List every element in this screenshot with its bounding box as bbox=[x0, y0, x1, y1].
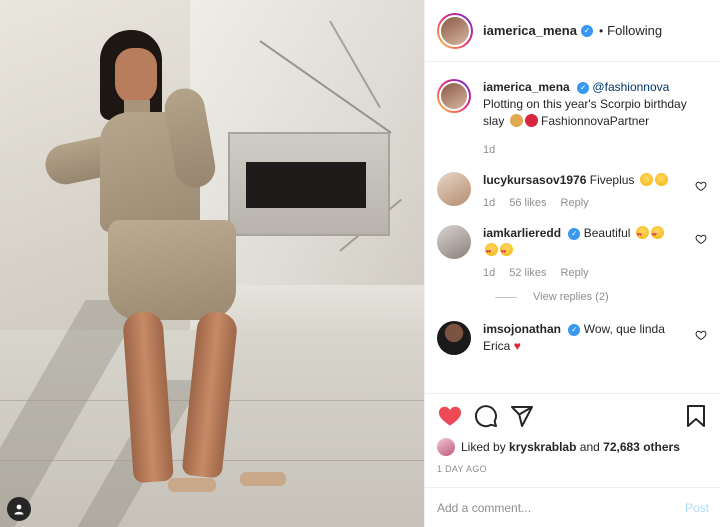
liked-by-user[interactable]: kryskrablab bbox=[509, 440, 576, 454]
post-timestamp[interactable]: 1 day ago bbox=[437, 464, 709, 474]
comment-text: Fiveplus bbox=[589, 173, 635, 187]
likes-others[interactable]: 72,683 others bbox=[603, 440, 680, 454]
caption-mention[interactable]: @fashionnova bbox=[592, 80, 669, 94]
comments-list[interactable]: iamerica_mena ✓ @fashionnova Plotting on… bbox=[425, 63, 720, 393]
verified-icon: ✓ bbox=[577, 81, 590, 94]
rose-emoji-icon bbox=[524, 114, 538, 127]
person-figure bbox=[40, 20, 286, 520]
heart-icon[interactable] bbox=[695, 180, 707, 192]
caption-tag: FashionnovaPartner bbox=[541, 114, 650, 128]
heart-eyes-emoji-icon bbox=[500, 243, 513, 261]
caption-age[interactable]: 1d bbox=[483, 144, 495, 156]
likes-prefix: Liked by bbox=[461, 440, 506, 454]
likes-summary: Liked by kryskrablab and 72,683 others bbox=[437, 438, 709, 456]
post-actions: Liked by kryskrablab and 72,683 others 1… bbox=[425, 393, 720, 474]
comment-username[interactable]: iamkarlieredd bbox=[483, 226, 561, 240]
post-side-panel: iamerica_mena ✓ • Following iamerica_men… bbox=[424, 0, 720, 527]
heart-eyes-emoji-icon bbox=[650, 226, 664, 244]
view-replies-label: View replies (2) bbox=[533, 291, 609, 303]
author-username[interactable]: iamerica_mena bbox=[483, 23, 577, 38]
comment-item: lucykursasov1976 Fiveplus 1d 56 likes Re… bbox=[437, 172, 707, 209]
verified-icon: ✓ bbox=[580, 24, 593, 37]
heart-eyes-emoji-icon bbox=[485, 243, 498, 261]
post-photo[interactable] bbox=[0, 0, 424, 527]
replies-line bbox=[495, 296, 517, 298]
reply-button[interactable]: Reply bbox=[561, 197, 589, 209]
raised-hands-emoji-icon bbox=[509, 114, 523, 127]
post-header: iamerica_mena ✓ • Following bbox=[425, 0, 720, 62]
heart-icon[interactable] bbox=[695, 329, 707, 341]
comment-composer: Post bbox=[425, 487, 720, 527]
caption-avatar[interactable] bbox=[437, 79, 471, 113]
commenter-avatar[interactable] bbox=[437, 172, 471, 206]
reply-button[interactable]: Reply bbox=[561, 267, 589, 279]
bookmark-icon[interactable] bbox=[683, 403, 709, 429]
comment-item: iamkarlieredd ✓ Beautiful 1d 52 likes Re… bbox=[437, 225, 707, 279]
comment-username[interactable]: imsojonathan bbox=[483, 322, 561, 336]
heart-eyes-emoji-icon bbox=[635, 226, 649, 244]
comment-username[interactable]: lucykursasov1976 bbox=[483, 173, 586, 187]
author-avatar[interactable] bbox=[437, 12, 473, 49]
verified-icon: ✓ bbox=[568, 323, 581, 336]
liked-by-avatar[interactable] bbox=[437, 438, 455, 456]
caption: iamerica_mena ✓ @fashionnova Plotting on… bbox=[437, 79, 707, 156]
post-button[interactable]: Post bbox=[685, 501, 709, 515]
verified-icon: ✓ bbox=[568, 227, 581, 240]
heart-icon[interactable] bbox=[437, 403, 463, 429]
commenter-avatar[interactable] bbox=[437, 321, 471, 355]
likes-conjunction: and bbox=[579, 440, 600, 454]
comment-item: imsojonathan ✓ Wow, que linda Erica ♥ bbox=[437, 321, 707, 355]
share-icon[interactable] bbox=[509, 403, 535, 429]
user-icon bbox=[14, 504, 24, 515]
heart-emoji-icon: ♥ bbox=[513, 339, 521, 353]
comment-likes[interactable]: 56 likes bbox=[509, 197, 546, 209]
comment-input[interactable] bbox=[437, 500, 685, 515]
view-replies-button[interactable]: View replies (2) bbox=[495, 291, 707, 303]
caption-username[interactable]: iamerica_mena bbox=[483, 80, 570, 94]
comment-text: Beautiful bbox=[583, 226, 631, 240]
comment-likes[interactable]: 52 likes bbox=[509, 267, 546, 279]
separator-dot: • bbox=[598, 23, 604, 38]
comment-age[interactable]: 1d bbox=[483, 267, 495, 279]
smile-emoji-icon bbox=[654, 173, 668, 186]
commenter-avatar[interactable] bbox=[437, 225, 471, 259]
smile-emoji-icon bbox=[639, 173, 653, 186]
comment-age[interactable]: 1d bbox=[483, 197, 495, 209]
following-button[interactable]: Following bbox=[607, 23, 662, 38]
tagged-users-button[interactable] bbox=[7, 497, 31, 521]
heart-icon[interactable] bbox=[695, 233, 707, 245]
comment-icon[interactable] bbox=[473, 403, 499, 429]
